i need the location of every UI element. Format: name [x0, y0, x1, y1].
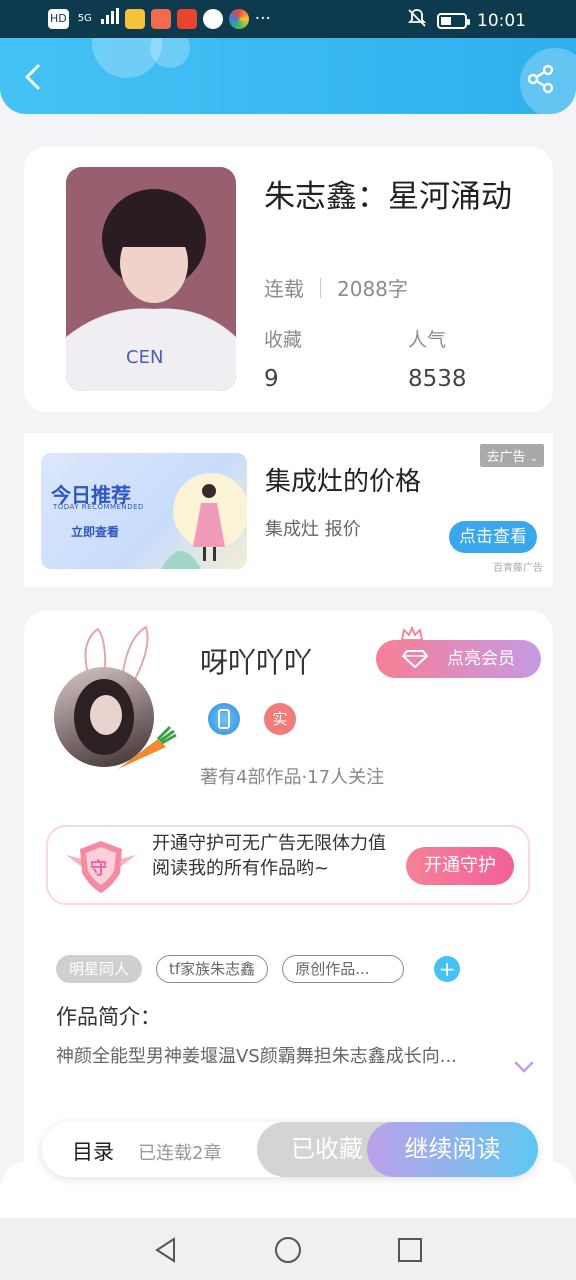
share-icon	[527, 64, 554, 94]
favorites-value: 9	[264, 366, 279, 392]
share-button[interactable]	[526, 64, 556, 94]
taobao-app-icon	[176, 8, 197, 29]
activate-guard-button[interactable]: 开通守护	[406, 847, 514, 885]
diamond-icon	[402, 650, 428, 668]
divider	[320, 277, 321, 298]
add-tag-button[interactable]: +	[434, 956, 461, 982]
status-bar: HD 5G ··· 10:01	[0, 0, 576, 38]
top-header	[0, 38, 576, 114]
guard-promo-text: 开通守护可无广告无限体力值阅读我的所有作品哟~	[152, 833, 386, 879]
activate-vip-button[interactable]: 点亮会员	[376, 626, 541, 678]
nav-back-button[interactable]	[152, 1236, 180, 1264]
hd-indicator: HD	[48, 8, 69, 29]
continue-reading-button[interactable]: 继续阅读	[367, 1122, 538, 1177]
favorites-stat: 收藏 9	[264, 325, 302, 392]
guard-promo-banner[interactable]: 守 开通守护可无广告无限体力值阅读我的所有作品哟~ 开通守护	[46, 825, 530, 905]
tag-list: 明星同人 tf家族朱志鑫 原创作品... +	[56, 955, 461, 983]
real-name-badge[interactable]: 实	[264, 703, 296, 735]
tag-item[interactable]: 原创作品...	[282, 955, 405, 983]
more-notifications-icon: ···	[254, 8, 271, 29]
tag-item[interactable]: tf家族朱志鑫	[156, 955, 269, 983]
ad-subtitle: 集成灶 报价	[265, 519, 361, 540]
popularity-value: 8538	[408, 366, 467, 392]
popularity-label: 人气	[408, 329, 447, 351]
ad-banner[interactable]: 今日推荐 TODAY RECOMMENDED 立即查看 集成灶的价格 集成灶 报…	[24, 433, 553, 587]
basketball-app-icon	[202, 8, 223, 29]
chevron-down-icon	[514, 1061, 534, 1073]
mute-icon	[407, 8, 427, 33]
nav-recents-button[interactable]	[396, 1236, 424, 1264]
author-name[interactable]: 呀吖吖吖	[200, 641, 312, 681]
book-title: 朱志鑫：星河涌动	[264, 179, 512, 215]
circle-home-icon	[275, 1237, 301, 1263]
browser-app-icon	[228, 8, 249, 29]
ad-source: 百青藤广告	[493, 563, 543, 574]
ad-illustration	[161, 473, 247, 569]
intro-label: 作品简介：	[56, 1005, 161, 1029]
book-meta: 连载 2088字	[264, 273, 408, 302]
remove-ad-label: 去广告	[486, 450, 526, 465]
ad-title[interactable]: 集成灶的价格	[265, 461, 421, 498]
serial-status: 连载	[264, 277, 304, 301]
svg-text:CEN: CEN	[126, 347, 163, 368]
triangle-back-icon	[155, 1237, 175, 1263]
tag-item[interactable]: 明星同人	[56, 955, 143, 983]
favorites-label: 收藏	[264, 329, 303, 351]
remove-ad-button[interactable]: 去广告 ⌄	[480, 444, 544, 467]
chevron-down-icon: ⌄	[529, 453, 538, 464]
author-avatar-frame[interactable]	[52, 623, 202, 773]
book-info-card: CEN 朱志鑫：星河涌动 连载 2088字 收藏 9 人气 8538	[24, 147, 553, 412]
square-recents-icon	[398, 1238, 422, 1262]
shopping-app-icon	[150, 8, 171, 29]
nav-home-button[interactable]	[274, 1236, 302, 1264]
reading-action-bar: 目录 已连载2章 已收藏 继续阅读	[42, 1122, 538, 1177]
phone-verified-badge[interactable]	[208, 703, 240, 735]
ad-image-cta: 立即查看	[71, 525, 120, 539]
ad-image-subtitle: TODAY RECOMMENDED	[53, 503, 144, 511]
phone-icon	[218, 709, 230, 729]
intro-text: 神颜全能型男神姜堰温VS颜霸舞担朱志鑫成长向...	[56, 1046, 457, 1067]
expand-intro-button[interactable]	[514, 1059, 534, 1073]
popularity-stat: 人气 8538	[408, 325, 467, 392]
author-stats: 著有4部作品·17人关注	[200, 767, 385, 788]
guard-icon-text: 守	[90, 859, 107, 879]
decorative-bubble	[150, 38, 190, 68]
signal-5g-indicator: 5G	[77, 12, 92, 24]
author-card: 呀吖吖吖 点亮会员 实 著有4部作品·17人关注 守 开通守护可无广告无限体力值…	[24, 611, 553, 1211]
vip-button-label: 点亮会员	[447, 649, 515, 669]
crown-icon	[400, 626, 424, 641]
table-of-contents-button[interactable]: 目录	[72, 1136, 114, 1166]
back-button[interactable]	[18, 62, 48, 92]
system-nav-bar	[0, 1218, 576, 1280]
book-cover-image[interactable]: CEN	[66, 167, 236, 391]
signal-strength-icon	[100, 8, 119, 29]
word-count: 2088字	[337, 277, 408, 301]
weibo-app-icon	[124, 8, 145, 29]
carrot-icon	[118, 725, 177, 769]
battery-icon	[437, 12, 470, 29]
chevron-left-icon	[25, 64, 40, 90]
clock: 10:01	[477, 10, 526, 31]
chapter-count: 已连载2章	[138, 1143, 222, 1164]
ad-cta-button[interactable]: 点击查看	[449, 521, 537, 553]
ad-image[interactable]: 今日推荐 TODAY RECOMMENDED 立即查看	[41, 453, 247, 569]
